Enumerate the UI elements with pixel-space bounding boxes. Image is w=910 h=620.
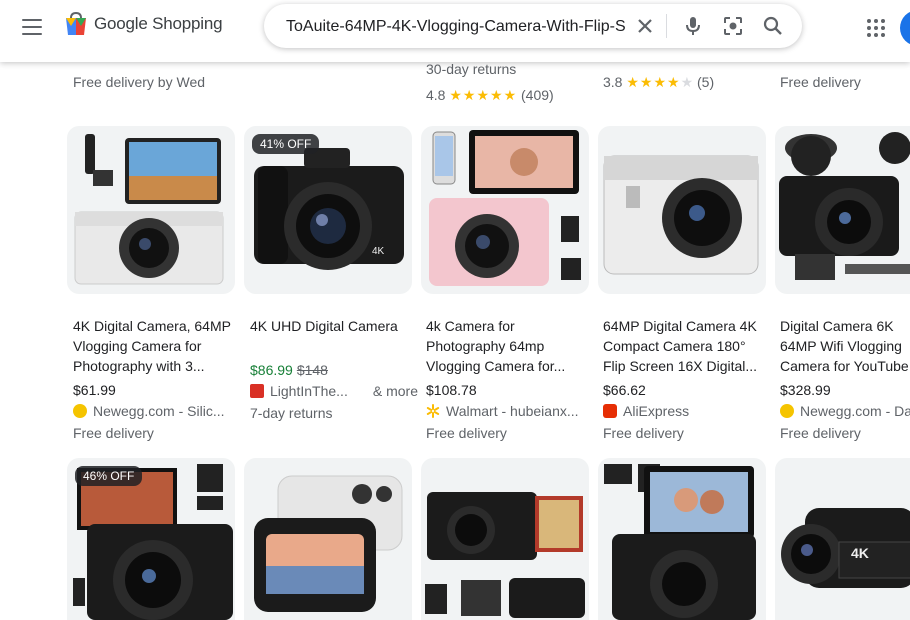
svg-text:4K: 4K xyxy=(372,246,385,257)
newegg-icon xyxy=(780,404,794,418)
star-empty-icon: ★ xyxy=(680,74,694,90)
seller-name: AliExpress xyxy=(623,403,690,419)
product-image[interactable] xyxy=(421,126,589,294)
product-image[interactable] xyxy=(775,126,910,294)
camera-photo xyxy=(603,155,759,275)
rating-value: 4.8 xyxy=(426,87,446,103)
aliexpress-icon xyxy=(603,404,617,418)
product-price: $66.62 xyxy=(603,382,646,398)
clear-icon[interactable] xyxy=(634,15,656,37)
delivery-text: Free delivery xyxy=(73,425,154,441)
star-rating-icon: ★★★★ xyxy=(626,74,681,90)
product-image[interactable] xyxy=(598,458,766,620)
star-rating-icon: ★★★★★ xyxy=(449,87,518,103)
rating-value: 3.8 xyxy=(603,74,623,90)
review-count: (409) xyxy=(521,87,554,103)
top-bar: Google Shopping xyxy=(0,0,910,62)
svg-text:4K: 4K xyxy=(851,545,869,561)
camera-photo xyxy=(779,132,910,280)
product-image[interactable] xyxy=(244,458,412,620)
seller-name: LightInThe... xyxy=(270,383,348,399)
walmart-icon xyxy=(426,404,440,418)
rating: 3.8 ★★★★★ (5) xyxy=(603,74,714,91)
delivery-text: Free delivery xyxy=(780,425,861,441)
google-shopping-logo[interactable]: Google Shopping xyxy=(65,12,223,36)
discount-badge: 46% OFF xyxy=(75,466,143,486)
newegg-icon xyxy=(73,404,87,418)
seller[interactable]: Newegg.com - Da xyxy=(780,400,910,422)
camcorder-photo: 4K xyxy=(781,508,910,588)
previous-row-remnant: Free delivery by Wed 30-day returns 4.8 … xyxy=(0,61,910,122)
apps-icon[interactable] xyxy=(866,18,886,38)
product-title[interactable]: 4K Digital Camera, 64MP Vlogging Camera … xyxy=(73,316,241,376)
camera-photo xyxy=(425,492,585,618)
product-image[interactable]: 46% OFF xyxy=(67,458,235,620)
product-card[interactable]: 64MP Digital Camera 4K Compact Camera 18… xyxy=(603,316,771,444)
returns-text: 7-day returns xyxy=(250,405,333,421)
product-title[interactable]: 64MP Digital Camera 4K Compact Camera 18… xyxy=(603,316,771,376)
returns-text: 30-day returns xyxy=(426,61,517,77)
product-title[interactable]: 4k Camera for Photography 64mp Vlogging … xyxy=(426,316,594,376)
seller-name: Newegg.com - Silic... xyxy=(93,403,225,419)
search-box xyxy=(264,4,802,50)
logo-text: Google Shopping xyxy=(94,14,223,33)
seller-name: Newegg.com - Da xyxy=(800,403,910,419)
product-image[interactable] xyxy=(598,126,766,294)
discount-badge: 41% OFF xyxy=(252,134,320,154)
review-count: (5) xyxy=(697,74,715,90)
search-input[interactable] xyxy=(284,4,630,50)
more-sellers-link[interactable]: & more xyxy=(373,380,418,402)
search-icon[interactable] xyxy=(762,15,784,37)
product-title[interactable]: Digital Camera 6K 64MP Wifi Vlogging Cam… xyxy=(780,316,910,376)
camera-photo xyxy=(429,130,581,286)
seller-name: Walmart - hubeianx... xyxy=(446,403,579,419)
product-card[interactable]: 4K Digital Camera, 64MP Vlogging Camera … xyxy=(73,316,241,444)
shopping-bag-icon xyxy=(66,12,86,35)
seller[interactable]: LightInThe... & more xyxy=(250,380,418,402)
delivery-text: Free delivery xyxy=(780,74,861,90)
product-price: $61.99 xyxy=(73,382,116,398)
camera-photo xyxy=(254,475,403,612)
product-price: $108.78 xyxy=(426,382,477,398)
lightinthebox-icon xyxy=(250,384,264,398)
product-title[interactable]: 4K UHD Digital Camera xyxy=(250,316,418,356)
sale-price: $86.99 xyxy=(250,362,293,378)
search-divider xyxy=(666,14,667,38)
seller[interactable]: Walmart - hubeianx... xyxy=(426,400,594,422)
original-price: $148 xyxy=(296,362,328,378)
product-image[interactable]: 4K xyxy=(775,458,910,620)
camera-photo xyxy=(604,464,756,620)
seller[interactable]: AliExpress xyxy=(603,400,771,422)
avatar[interactable] xyxy=(900,10,910,46)
lens-icon[interactable] xyxy=(722,15,744,37)
product-card[interactable]: 4k Camera for Photography 64mp Vlogging … xyxy=(426,316,594,444)
product-card[interactable]: 4K UHD Digital Camera $86.99 $148 LightIn… xyxy=(250,316,418,424)
seller[interactable]: Newegg.com - Silic... xyxy=(73,400,241,422)
product-card[interactable]: Digital Camera 6K 64MP Wifi Vlogging Cam… xyxy=(780,316,910,444)
rating: 4.8 ★★★★★ (409) xyxy=(426,87,554,104)
delivery-text: Free delivery by Wed xyxy=(73,74,206,90)
product-price: $328.99 xyxy=(780,382,831,398)
delivery-text: Free delivery xyxy=(426,425,507,441)
camera-photo xyxy=(74,134,224,285)
mic-icon[interactable] xyxy=(682,15,704,37)
product-image[interactable]: 4K 41% OFF xyxy=(244,126,412,294)
product-image[interactable] xyxy=(421,458,589,620)
product-image[interactable] xyxy=(67,126,235,294)
delivery-text: Free delivery xyxy=(603,425,684,441)
menu-icon[interactable] xyxy=(22,19,42,35)
product-price: $86.99 $148 xyxy=(250,360,418,380)
